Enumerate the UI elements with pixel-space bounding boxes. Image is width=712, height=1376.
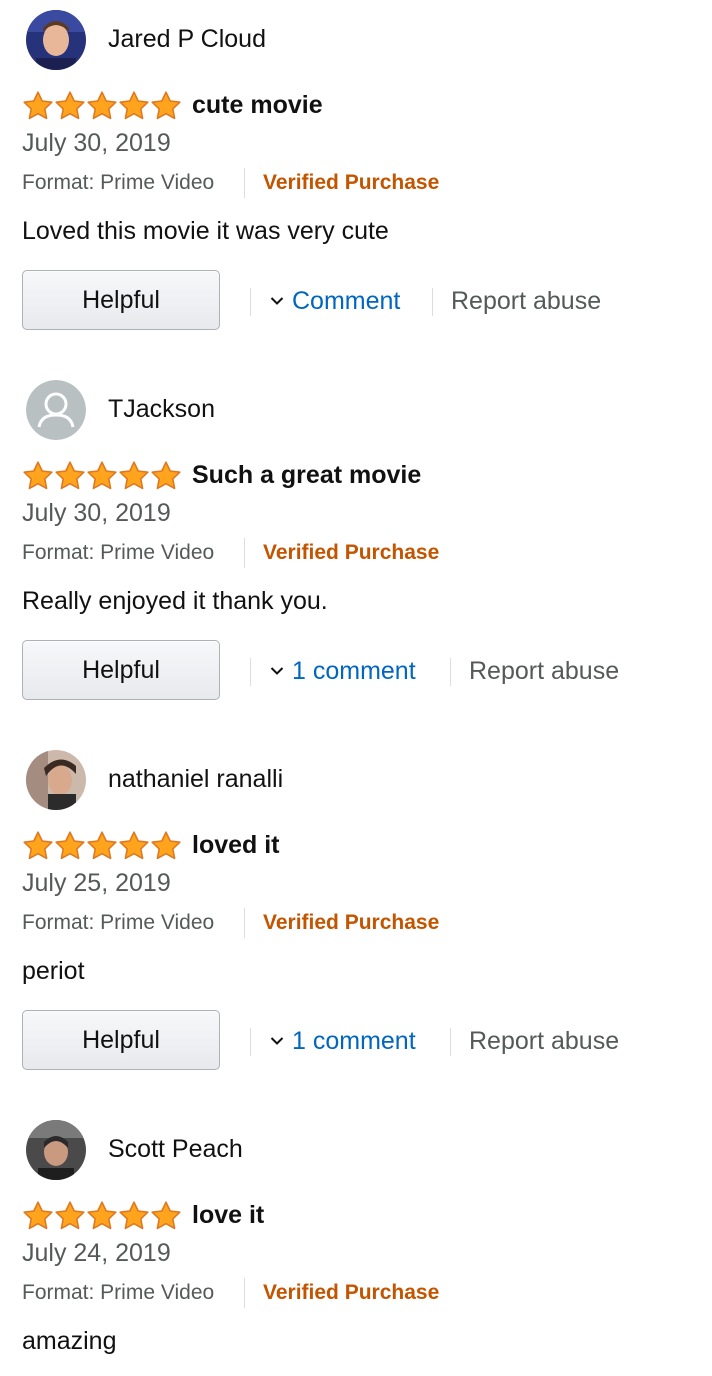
star-icon: [151, 1201, 181, 1230]
review-item: TJackson Such a great movie July 30, 201…: [0, 370, 712, 740]
review-body: Loved this movie it was very cute: [22, 217, 389, 245]
comment-link[interactable]: Comment: [270, 286, 400, 316]
review-body: amazing: [22, 1327, 117, 1355]
star-icon: [119, 1201, 149, 1230]
comment-label: 1 comment: [292, 1027, 416, 1055]
review-item: Scott Peach love it July 24, 2019 Format…: [0, 1110, 712, 1376]
helpful-button[interactable]: Helpful: [22, 640, 220, 700]
review-title[interactable]: cute movie: [192, 90, 323, 120]
avatar[interactable]: [26, 750, 86, 810]
divider: [450, 658, 451, 686]
star-rating[interactable]: [22, 90, 182, 122]
divider: [250, 1028, 251, 1056]
star-icon: [151, 91, 181, 120]
avatar[interactable]: [26, 10, 86, 70]
divider: [244, 538, 245, 568]
comment-link[interactable]: 1 comment: [270, 1026, 416, 1056]
divider: [450, 1028, 451, 1056]
star-rating[interactable]: [22, 460, 182, 492]
format-link[interactable]: Format: Prime Video: [22, 1280, 214, 1306]
star-icon: [87, 461, 117, 490]
review-title[interactable]: Such a great movie: [192, 460, 421, 490]
star-icon: [55, 461, 85, 490]
comment-label: 1 comment: [292, 657, 416, 685]
chevron-down-icon: [270, 667, 284, 675]
star-icon: [55, 831, 85, 860]
star-icon: [119, 91, 149, 120]
divider: [244, 1278, 245, 1308]
divider: [250, 658, 251, 686]
star-icon: [87, 831, 117, 860]
star-icon: [151, 831, 181, 860]
star-icon: [87, 91, 117, 120]
divider: [244, 908, 245, 938]
verified-purchase-badge: Verified Purchase: [263, 541, 440, 564]
star-icon: [87, 1201, 117, 1230]
verified-purchase-badge: Verified Purchase: [263, 171, 440, 194]
review-body: periot: [22, 957, 85, 985]
report-abuse-link[interactable]: Report abuse: [469, 1026, 619, 1056]
divider: [244, 168, 245, 198]
report-abuse-link[interactable]: Report abuse: [451, 286, 601, 316]
review-item: Jared P Cloud cute movie July 30, 2019 F…: [0, 0, 712, 370]
format-link[interactable]: Format: Prime Video: [22, 910, 214, 936]
report-abuse-link[interactable]: Report abuse: [469, 656, 619, 686]
format-link[interactable]: Format: Prime Video: [22, 170, 214, 196]
review-date: July 25, 2019: [22, 869, 171, 897]
divider: [432, 288, 433, 316]
review-date: July 30, 2019: [22, 129, 171, 157]
star-icon: [55, 1201, 85, 1230]
chevron-down-icon: [270, 297, 284, 305]
star-icon: [23, 461, 53, 490]
review-date: July 24, 2019: [22, 1239, 171, 1267]
star-icon: [119, 461, 149, 490]
reviewer-name[interactable]: TJackson: [108, 394, 215, 424]
star-icon: [119, 831, 149, 860]
review-date: July 30, 2019: [22, 499, 171, 527]
comment-label: Comment: [292, 287, 401, 315]
reviewer-name[interactable]: Jared P Cloud: [108, 24, 266, 54]
chevron-down-icon: [270, 1037, 284, 1045]
star-icon: [151, 461, 181, 490]
avatar[interactable]: [26, 1120, 86, 1180]
comment-link[interactable]: 1 comment: [270, 656, 416, 686]
reviewer-name[interactable]: Scott Peach: [108, 1134, 243, 1164]
star-rating[interactable]: [22, 830, 182, 862]
format-link[interactable]: Format: Prime Video: [22, 540, 214, 566]
star-icon: [55, 91, 85, 120]
review-body: Really enjoyed it thank you.: [22, 587, 328, 615]
verified-purchase-badge: Verified Purchase: [263, 1281, 440, 1304]
star-icon: [23, 831, 53, 860]
helpful-button[interactable]: Helpful: [22, 1010, 220, 1070]
star-rating[interactable]: [22, 1200, 182, 1232]
review-title[interactable]: love it: [192, 1200, 264, 1230]
star-icon: [23, 91, 53, 120]
review-title[interactable]: loved it: [192, 830, 280, 860]
divider: [250, 288, 251, 316]
review-item: nathaniel ranalli loved it July 25, 2019…: [0, 740, 712, 1110]
verified-purchase-badge: Verified Purchase: [263, 911, 440, 934]
star-icon: [23, 1201, 53, 1230]
default-user-icon[interactable]: [26, 380, 86, 440]
helpful-button[interactable]: Helpful: [22, 270, 220, 330]
reviewer-name[interactable]: nathaniel ranalli: [108, 764, 283, 794]
